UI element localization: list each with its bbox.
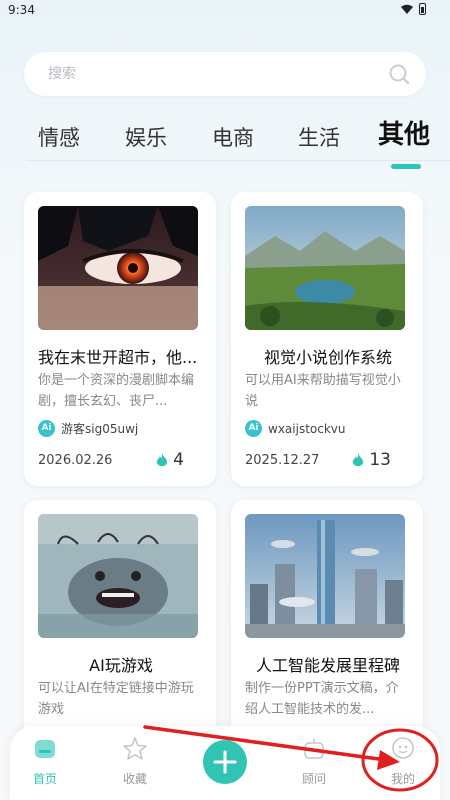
tab-active-indicator [391, 164, 421, 169]
hot-count: 4 [173, 450, 184, 470]
tab-life[interactable]: 生活 [298, 118, 340, 158]
search-icon[interactable] [388, 63, 410, 85]
tabs-divider [26, 160, 450, 161]
card-date: 2025.12.27 [245, 453, 320, 468]
card-date: 2026.02.26 [38, 453, 113, 468]
home-icon [35, 740, 55, 758]
card-author: Ai wxaijstockvu [245, 420, 346, 437]
plus-icon [213, 750, 237, 774]
nav-favorites[interactable]: 收藏 [105, 736, 165, 787]
create-button[interactable] [203, 740, 247, 784]
tab-other[interactable]: 其他 [378, 115, 430, 155]
nav-label: 首页 [32, 772, 57, 786]
author-name: wxaijstockvu [268, 421, 346, 436]
landscape-illustration [245, 206, 405, 330]
card-title: 视觉小说创作系统 [263, 348, 392, 367]
status-time: 9:34 [8, 3, 35, 17]
card-author: Ai 游客sig05uwj [38, 420, 138, 437]
flame-icon [156, 452, 168, 466]
status-icons [401, 3, 426, 15]
card-image [38, 206, 198, 330]
status-bar: 9:34 [0, 0, 450, 22]
search-input[interactable] [24, 52, 364, 96]
robot-icon [304, 739, 324, 759]
card-description: 制作一份PPT演示文稿，介绍人工智能技术的发... [245, 681, 399, 717]
search-bar[interactable] [24, 52, 426, 96]
battery-icon [419, 3, 426, 15]
nav-label: 顾问 [301, 772, 326, 786]
card-description: 可以让AI在特定链接中游玩游戏 [38, 681, 194, 717]
creature-illustration [38, 514, 198, 638]
card-hot: 13 [352, 450, 391, 470]
card-title: AI玩游戏 [89, 656, 153, 675]
ai-badge-icon: Ai [38, 420, 55, 437]
card-image [38, 514, 198, 638]
nav-label: 我的 [390, 772, 415, 786]
nav-label: 收藏 [122, 772, 147, 786]
card-title: 我在末世开超市，他... [38, 348, 198, 367]
tab-ecommerce[interactable]: 电商 [212, 118, 254, 158]
flame-icon [353, 452, 364, 466]
agent-card[interactable]: 我在末世开超市，他... 你是一个资深的漫剧脚本编剧，擅长玄幻、丧尸... Ai… [24, 192, 216, 486]
tab-emotion[interactable]: 情感 [38, 118, 80, 158]
profile-icon [392, 737, 414, 759]
card-hot: 4 [156, 450, 184, 470]
anime-eye-illustration [38, 206, 198, 330]
card-title: 人工智能发展里程碑 [255, 656, 400, 675]
ai-badge-icon: Ai [245, 420, 262, 437]
futuristic-city-illustration [245, 514, 405, 638]
bottom-navigation: 首页 收藏 顾问 我的 [10, 726, 440, 800]
card-description: 你是一个资深的漫剧脚本编剧，擅长玄幻、丧尸... [38, 373, 195, 409]
wifi-icon [401, 4, 413, 14]
nav-home[interactable]: 首页 [15, 736, 75, 787]
card-description: 可以用AI来帮助描写视觉小说 [245, 373, 401, 409]
nav-profile[interactable]: 我的 [373, 736, 433, 787]
star-icon [123, 737, 147, 760]
agent-card[interactable]: 视觉小说创作系统 可以用AI来帮助描写视觉小说 Ai wxaijstockvu … [231, 192, 423, 486]
tab-entertainment[interactable]: 娱乐 [125, 118, 167, 158]
author-name: 游客sig05uwj [61, 422, 139, 436]
nav-advisor[interactable]: 顾问 [284, 736, 344, 787]
card-image [245, 206, 405, 330]
card-image [245, 514, 405, 638]
hot-count: 13 [369, 450, 391, 470]
